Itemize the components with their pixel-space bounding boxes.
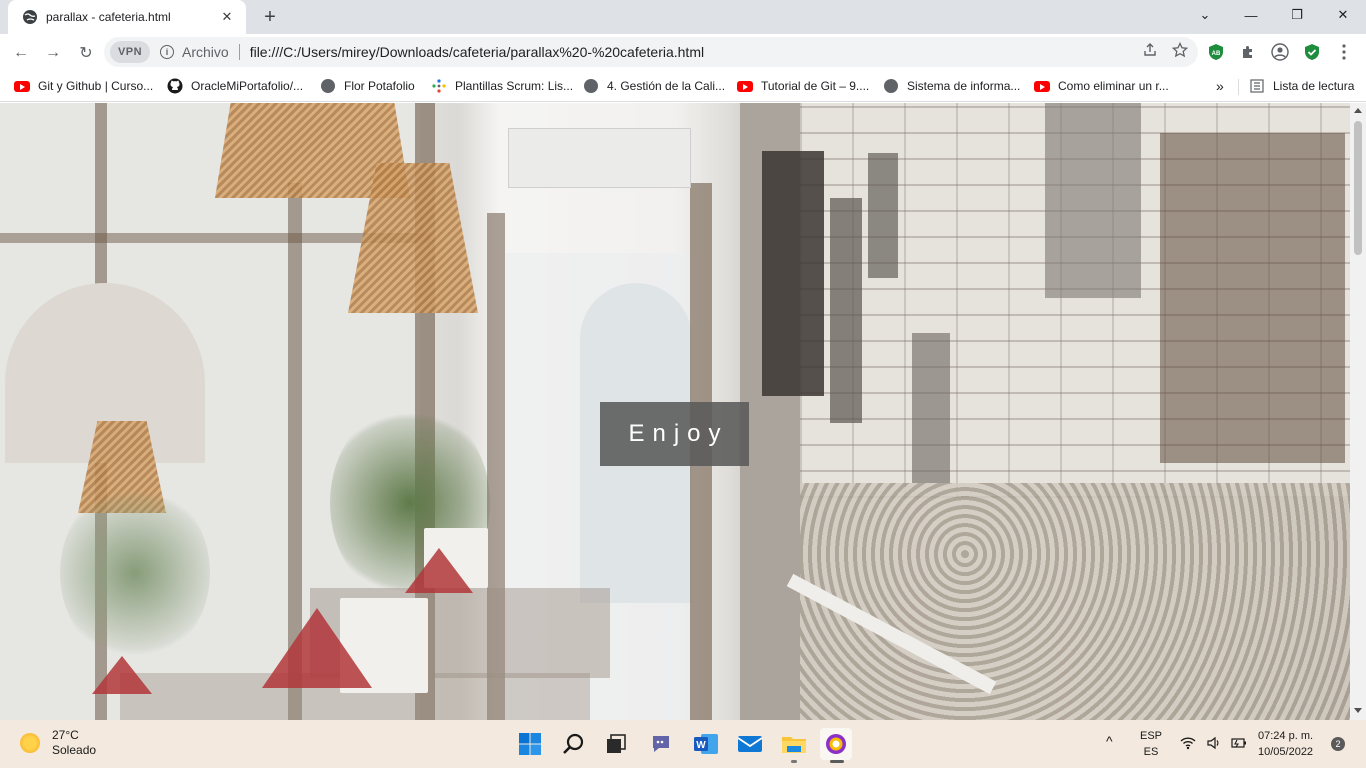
bookmark-label: Como eliminar un r... — [1058, 79, 1169, 93]
close-tab-icon[interactable]: ✕ — [218, 8, 236, 26]
new-tab-button[interactable]: + — [258, 6, 282, 28]
task-view-icon[interactable] — [600, 728, 632, 760]
restore-button[interactable]: ❐ — [1274, 0, 1320, 30]
youtube-icon — [1034, 78, 1050, 94]
bookmark-item[interactable]: Git y Github | Curso... — [14, 76, 153, 96]
svg-text:W: W — [696, 740, 706, 751]
notification-badge[interactable]: 2 — [1331, 737, 1345, 751]
bookmark-item[interactable]: Plantillas Scrum: Lis... — [431, 76, 573, 96]
youtube-icon — [14, 78, 30, 94]
tab-title: parallax - cafeteria.html — [46, 10, 171, 24]
globe-icon — [320, 78, 336, 94]
menu-dots-icon[interactable] — [1333, 41, 1355, 63]
windows-taskbar: 27°C Soleado W ^ ESP ES 07:24 p. m. 10/0… — [0, 720, 1366, 768]
profile-icon[interactable] — [1269, 41, 1291, 63]
clock-time: 07:24 p. m. — [1258, 730, 1314, 742]
chat-icon[interactable] — [645, 728, 677, 760]
bookmark-label: 4. Gestión de la Cali... — [607, 79, 726, 93]
adblock-icon[interactable]: AB — [1205, 41, 1227, 63]
bookmark-item[interactable]: Tutorial de Git – 9.... — [737, 76, 869, 96]
page-scrollbar[interactable] — [1350, 103, 1366, 720]
bookmark-label: OracleMiPortafolio/... — [191, 79, 304, 93]
dots-icon — [431, 78, 447, 94]
word-icon[interactable]: W — [690, 728, 722, 760]
address-separator — [238, 44, 240, 60]
bookmarks-separator — [1238, 79, 1239, 95]
minimize-button[interactable]: — — [1228, 0, 1274, 30]
language-code: ESP — [1140, 730, 1163, 742]
info-icon[interactable]: i — [160, 45, 174, 59]
reload-button[interactable]: ↻ — [72, 39, 100, 67]
scroll-down-arrow-icon[interactable] — [1354, 708, 1362, 713]
weather-widget[interactable]: 27°C Soleado — [20, 728, 96, 758]
bookmark-label: Tutorial de Git – 9.... — [761, 79, 870, 93]
address-bar[interactable]: VPN i Archivo file:///C:/Users/mirey/Dow… — [104, 37, 1198, 67]
scroll-thumb[interactable] — [1354, 121, 1362, 255]
vpn-button[interactable]: VPN — [110, 41, 150, 63]
weather-temp: 27°C — [52, 728, 79, 742]
reading-list-button[interactable]: Lista de lectura — [1249, 76, 1354, 96]
globe-icon — [583, 78, 599, 94]
page-viewport: Enjoy — [0, 103, 1350, 720]
clock-date: 10/05/2022 — [1258, 746, 1314, 758]
share-icon[interactable] — [1142, 42, 1158, 61]
puzzle-icon[interactable] — [1237, 41, 1259, 63]
keyboard-layout: ES — [1143, 746, 1159, 758]
hero-enjoy-banner: Enjoy — [600, 402, 749, 466]
browser-tab[interactable]: parallax - cafeteria.html ✕ — [8, 0, 246, 34]
bookmarks-bar: Git y Github | Curso... OracleMiPortafol… — [0, 70, 1366, 102]
youtube-icon — [737, 78, 753, 94]
bookmark-label: Flor Potafolio — [344, 79, 415, 93]
bookmark-item[interactable]: OracleMiPortafolio/... — [167, 76, 303, 96]
bookmark-label: Sistema de informa... — [907, 79, 1021, 93]
battery-icon[interactable] — [1230, 736, 1248, 755]
tab-strip: parallax - cafeteria.html ✕ + ⌄ — ❐ ✕ — [0, 0, 1366, 34]
tray-chevron-icon[interactable]: ^ — [1106, 733, 1113, 749]
file-explorer-icon[interactable] — [778, 728, 810, 763]
windows-start-icon[interactable] — [514, 728, 546, 760]
site-info-label[interactable]: Archivo — [182, 44, 229, 60]
star-icon[interactable] — [1171, 41, 1189, 61]
clock[interactable]: 07:24 p. m. 10/05/2022 — [1258, 728, 1313, 760]
tab-search-icon[interactable]: ⌄ — [1182, 0, 1228, 30]
bookmark-label: Git y Github | Curso... — [38, 79, 154, 93]
forward-button[interactable]: → — [39, 39, 67, 67]
globe-icon — [22, 9, 38, 25]
browser-toolbar: ← → ↻ VPN i Archivo file:///C:/Users/mir… — [0, 34, 1366, 70]
wifi-icon[interactable] — [1180, 736, 1196, 755]
bookmarks-overflow-button[interactable]: » — [1216, 76, 1224, 96]
globe-icon — [883, 78, 899, 94]
shield-check-icon[interactable] — [1301, 41, 1323, 63]
reading-list-label: Lista de lectura — [1273, 79, 1355, 93]
sun-icon — [20, 733, 40, 753]
svg-text:AB: AB — [1212, 51, 1221, 57]
language-indicator[interactable]: ESP ES — [1140, 728, 1162, 760]
volume-icon[interactable] — [1206, 736, 1222, 755]
mail-icon[interactable] — [734, 728, 766, 760]
bookmark-item[interactable]: Sistema de informa... — [883, 76, 1020, 96]
close-window-button[interactable]: ✕ — [1320, 0, 1366, 30]
reading-list-icon — [1249, 78, 1265, 94]
bookmark-item[interactable]: Como eliminar un r... — [1034, 76, 1169, 96]
github-icon — [167, 78, 183, 94]
bookmark-item[interactable]: 4. Gestión de la Cali... — [583, 76, 725, 96]
bookmark-item[interactable]: Flor Potafolio — [320, 76, 415, 96]
scroll-up-arrow-icon[interactable] — [1354, 108, 1362, 113]
browser-icon[interactable] — [820, 728, 852, 763]
back-button[interactable]: ← — [7, 39, 35, 67]
weather-condition: Soleado — [52, 743, 97, 757]
url-text[interactable]: file:///C:/Users/mirey/Downloads/cafeter… — [250, 44, 704, 60]
bookmark-label: Plantillas Scrum: Lis... — [455, 79, 574, 93]
search-icon[interactable] — [558, 728, 590, 760]
